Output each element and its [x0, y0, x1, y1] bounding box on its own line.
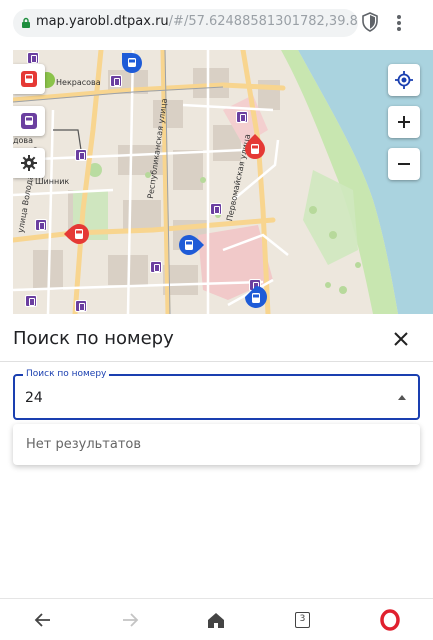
- street-label-shinnik: Шинник: [35, 177, 70, 186]
- minus-icon: [398, 163, 410, 165]
- address-bar[interactable]: map.yarobl.dtpax.ru/#/57.62488581301782,…: [13, 9, 358, 37]
- trolleybus-layer-button[interactable]: [13, 106, 45, 136]
- browser-nav-bar: 3: [0, 598, 433, 640]
- settings-button[interactable]: [13, 148, 45, 178]
- field-value: 24: [25, 390, 43, 406]
- tram-icon: [21, 71, 37, 87]
- stop-marker[interactable]: [210, 203, 222, 215]
- screen: map.yarobl.dtpax.ru/#/57.62488581301782,…: [0, 0, 433, 640]
- zoom-in-button[interactable]: [388, 106, 420, 138]
- gear-icon: [21, 155, 37, 171]
- map-view[interactable]: Некрасова дова Шинник Республиканская ул…: [13, 50, 433, 314]
- map-tiles: [13, 50, 433, 314]
- home-icon[interactable]: [205, 609, 227, 631]
- stop-marker[interactable]: [150, 261, 162, 273]
- shield-icon[interactable]: [362, 12, 378, 32]
- street-label-nekrasova: Некрасова: [56, 78, 101, 87]
- forward-arrow-icon[interactable]: [119, 609, 141, 631]
- stop-marker[interactable]: [35, 219, 47, 231]
- stop-marker[interactable]: [25, 295, 37, 307]
- street-label-dova: дова: [13, 136, 34, 145]
- divider: [0, 361, 433, 362]
- tram-marker[interactable]: [63, 223, 91, 245]
- tram-layer-button[interactable]: [13, 64, 45, 94]
- panel-title: Поиск по номеру: [13, 328, 174, 349]
- stop-marker[interactable]: [236, 111, 248, 123]
- plus-icon: [398, 116, 410, 128]
- search-panel: Поиск по номеру Поиск по номеру 24 Нет р…: [0, 314, 433, 598]
- back-arrow-icon[interactable]: [32, 609, 54, 631]
- autocomplete-dropdown: Нет результатов: [13, 424, 420, 465]
- url-text: map.yarobl.dtpax.ru/#/57.62488581301782,…: [36, 14, 358, 29]
- locate-button[interactable]: [388, 64, 420, 96]
- bus-marker[interactable]: [121, 52, 143, 74]
- tabs-button[interactable]: 3: [292, 609, 314, 631]
- field-label: Поиск по номеру: [23, 369, 110, 379]
- bus-marker[interactable]: [177, 234, 205, 256]
- more-vert-icon[interactable]: [393, 13, 405, 33]
- url-path: /#/57.62488581301782,39.8841: [168, 14, 358, 29]
- no-results-text: Нет результатов: [26, 437, 142, 452]
- zoom-out-button[interactable]: [388, 148, 420, 180]
- stop-marker[interactable]: [75, 149, 87, 161]
- lock-icon: [22, 17, 30, 28]
- my-location-icon: [395, 71, 413, 89]
- close-icon[interactable]: [390, 328, 412, 350]
- tram-marker[interactable]: [244, 133, 266, 161]
- stop-marker[interactable]: [110, 75, 122, 87]
- browser-toolbar: map.yarobl.dtpax.ru/#/57.62488581301782,…: [0, 0, 433, 50]
- route-number-field[interactable]: Поиск по номеру 24: [13, 369, 420, 420]
- stop-marker[interactable]: [27, 52, 39, 64]
- chevron-up-icon[interactable]: [398, 395, 406, 400]
- trolleybus-icon: [21, 113, 37, 129]
- url-host: map.yarobl.dtpax.ru: [36, 14, 169, 29]
- opera-logo-icon[interactable]: [379, 609, 401, 631]
- stop-marker[interactable]: [75, 300, 87, 312]
- tab-count: 3: [295, 612, 310, 628]
- bus-marker[interactable]: [244, 285, 268, 311]
